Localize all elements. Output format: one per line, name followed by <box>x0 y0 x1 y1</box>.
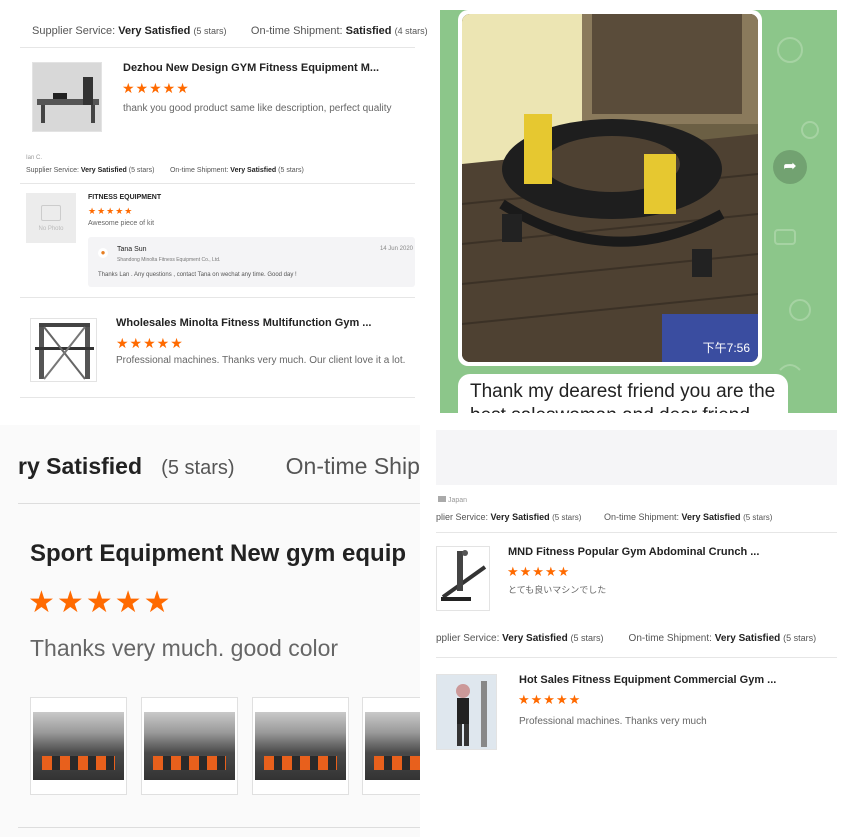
shipment-value: Very Satisfied <box>681 512 741 522</box>
ratings-row: plier Service: Very Satisfied (5 stars) … <box>436 512 772 522</box>
supplier-service-value: Very Satisfied <box>80 167 127 174</box>
review-comment: Thanks very much. good color <box>30 635 339 661</box>
divider <box>20 47 415 48</box>
supplier-service-label: Supplier Service: <box>32 25 116 37</box>
supplier-service-value: ry Satisfied <box>18 453 142 479</box>
ratings-row: Supplier Service: Very Satisfied (5 star… <box>32 25 428 37</box>
review-photo[interactable] <box>30 697 127 795</box>
header-band <box>436 430 837 485</box>
tire-flip-machine-photo: 下午7:56 <box>462 14 758 362</box>
no-photo-placeholder: No Photo <box>26 193 76 243</box>
product-title[interactable]: FITNESS EQUIPMENT <box>88 194 161 201</box>
gym-photo-image <box>255 712 346 780</box>
product-thumbnail[interactable] <box>32 62 102 132</box>
review-photo[interactable] <box>362 697 420 795</box>
share-icon[interactable]: ➦ <box>773 150 807 184</box>
reply-author: Tana Sun <box>117 246 147 253</box>
chat-screenshot-panel: 下午7:56 ➦ Thank my dearest friend you are… <box>440 10 837 413</box>
shipment-value: Very Satisfied <box>230 167 277 174</box>
person-with-equipment-image <box>437 675 496 749</box>
shipment-stars: (4 stars) <box>394 26 428 36</box>
flag-icon <box>438 496 446 502</box>
supplier-service-stars: (5 stars) <box>161 457 235 479</box>
supplier-service-label: Supplier Service: <box>26 167 79 174</box>
ratings-row: pplier Service: Very Satisfied (5 stars)… <box>436 633 816 644</box>
gym-photo-image <box>365 712 420 780</box>
reply-text: Thanks Lan . Any questions , contact Tan… <box>98 272 297 278</box>
star-rating: ★★★★★ <box>116 335 184 351</box>
divider <box>18 503 420 504</box>
star-rating: ★★★★★ <box>518 692 582 707</box>
divider <box>20 183 415 184</box>
reviewer-country: Japan <box>438 496 467 504</box>
shipment-label: On-time Shipment: <box>603 512 679 522</box>
review-comment: Professional machines. Thanks very much.… <box>116 355 406 366</box>
shipment-value: Satisfied <box>345 25 392 37</box>
photo-message[interactable]: 下午7:56 <box>458 10 762 366</box>
gym-photo-image <box>33 712 124 780</box>
star-rating: ★★★★★ <box>28 586 173 619</box>
image-placeholder-icon <box>41 205 61 221</box>
no-photo-label: No Photo <box>38 226 64 232</box>
divider <box>436 532 837 533</box>
supplier-service-stars: (5 stars) <box>570 633 604 643</box>
product-title[interactable]: Dezhou New Design GYM Fitness Equipment … <box>123 62 379 74</box>
shipment-label: On-time Ship <box>285 453 420 479</box>
product-thumbnail[interactable] <box>30 318 97 382</box>
supplier-service-stars: (5 stars) <box>193 26 227 36</box>
message-time: 下午7:56 <box>702 341 750 355</box>
product-title[interactable]: Hot Sales Fitness Equipment Commercial G… <box>519 674 776 686</box>
supplier-service-stars: (5 stars) <box>552 513 582 522</box>
ratings-row: Supplier Service: Very Satisfied (5 star… <box>26 167 304 174</box>
review-photo[interactable] <box>252 697 349 795</box>
ratings-row: ry Satisfied (5 stars) On-time Ship <box>18 453 420 480</box>
divider <box>18 827 420 828</box>
rowing-machine-image <box>33 63 101 131</box>
shipment-label: On-time Shipment: <box>628 633 712 644</box>
tire-flip-machine-image <box>462 14 758 362</box>
supplier-service-value: Very Satisfied <box>502 633 568 644</box>
review-panel-top-left: Supplier Service: Very Satisfied (5 star… <box>0 0 430 418</box>
review-comment: Professional machines. Thanks very much <box>519 716 707 727</box>
supplier-service-value: Very Satisfied <box>490 512 550 522</box>
product-thumbnail[interactable] <box>436 674 497 750</box>
supplier-service-value: Very Satisfied <box>118 25 191 37</box>
supplier-service-label: pplier Service: <box>436 633 500 644</box>
divider <box>20 397 415 398</box>
shipment-label: On-time Shipment: <box>169 167 229 174</box>
smith-machine-image <box>35 323 94 380</box>
shipment-stars: (5 stars) <box>743 513 773 522</box>
shipment-stars: (5 stars) <box>783 633 817 643</box>
star-rating: ★★★★★ <box>122 80 190 96</box>
reply-date: 14 Jun 2020 <box>379 246 413 252</box>
star-rating: ★★★★★ <box>507 564 571 579</box>
review-comment: thank you good product same like descrip… <box>123 103 392 114</box>
product-thumbnail[interactable] <box>436 546 490 611</box>
zoomed-review-panel: ry Satisfied (5 stars) On-time Ship Spor… <box>0 425 420 837</box>
reviewer-name: Ian C. <box>26 155 43 161</box>
review-photo[interactable] <box>141 697 238 795</box>
star-rating: ★★★★★ <box>88 206 134 216</box>
divider <box>20 297 415 298</box>
review-comment: とても良いマシンでした <box>508 586 607 596</box>
shipment-label: On-time Shipment: <box>250 25 343 37</box>
product-title[interactable]: Wholesales Minolta Fitness Multifunction… <box>116 317 371 329</box>
product-title[interactable]: Sport Equipment New gym equip <box>30 540 406 568</box>
chat-message-bubble: Thank my dearest friend you are the best… <box>458 374 788 413</box>
abdominal-crunch-machine-image <box>441 550 487 601</box>
supplier-service-label: plier Service: <box>436 512 489 522</box>
review-comment: Awesome piece of kit <box>88 220 155 227</box>
supplier-service-stars: (5 stars) <box>128 167 155 174</box>
reply-company: Shandong Minolta Fitness Equipment Co., … <box>117 257 221 263</box>
country-name: Japan <box>447 497 468 504</box>
supplier-reply: ● Tana Sun Shandong Minolta Fitness Equi… <box>88 237 415 287</box>
product-title[interactable]: MND Fitness Popular Gym Abdominal Crunch… <box>508 546 759 558</box>
gym-photo-image <box>144 712 235 780</box>
divider <box>436 657 837 658</box>
review-panel-bottom-right: Japan plier Service: Very Satisfied (5 s… <box>436 430 837 765</box>
avatar: ● <box>98 248 108 258</box>
shipment-value: Very Satisfied <box>714 633 781 644</box>
shipment-stars: (5 stars) <box>278 167 304 174</box>
